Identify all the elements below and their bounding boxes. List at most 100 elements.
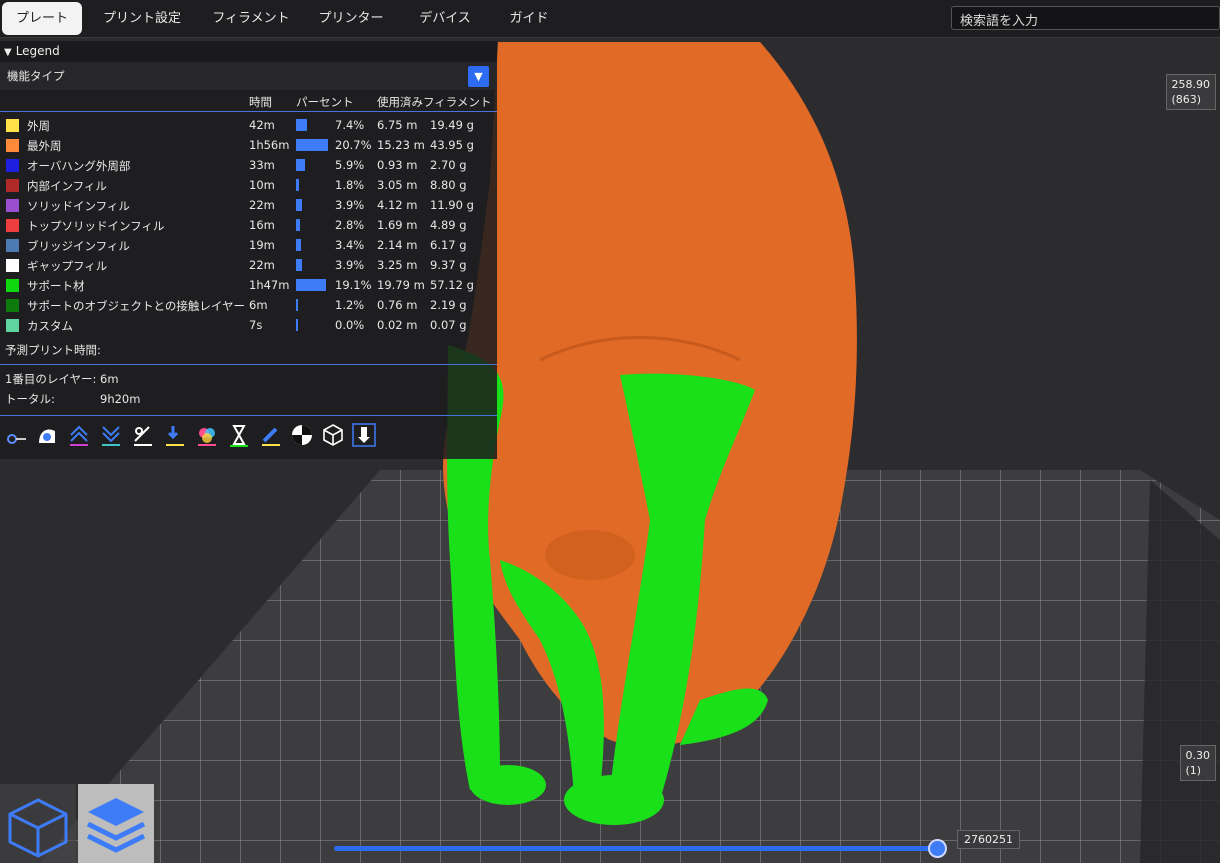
layers-icon [86, 798, 146, 853]
tab-device[interactable]: デバイス [412, 2, 478, 35]
tab-filament[interactable]: フィラメント [206, 2, 296, 35]
legend-header[interactable]: ▼ Legend [0, 41, 497, 62]
percent-bar [296, 139, 328, 151]
color-change-icon[interactable] [195, 423, 219, 447]
feature-length: 2.14 m [377, 238, 418, 252]
top-layer-height: 258.90 [1171, 78, 1211, 91]
search-input[interactable]: 検索語を入力 [951, 6, 1220, 30]
tab-guide[interactable]: ガイド [500, 2, 558, 35]
cube-wire-icon[interactable] [321, 423, 345, 447]
feature-percent: 19.1% [335, 278, 372, 292]
percent-bar [296, 159, 305, 171]
sequential-icon[interactable] [352, 423, 376, 447]
z-hop-icon[interactable] [163, 423, 187, 447]
percent-bar [296, 279, 326, 291]
divider [0, 364, 497, 365]
estimate-heading: 予測プリント時間: [5, 343, 101, 357]
top-tab-bar: プレート プリント設定 フィラメント プリンター デバイス ガイド 検索語を入力 [0, 0, 1220, 38]
color-swatch [6, 139, 19, 152]
feature-time: 22m [249, 198, 275, 212]
percent-bar [296, 119, 307, 131]
legend-rows: 外周 42m 7.4% 6.75 m 19.49 g 最外周 1h56m 20.7% 15.23… [0, 112, 497, 335]
tool-icon[interactable] [259, 423, 283, 447]
feature-weight: 19.49 g [430, 118, 474, 132]
feature-length: 0.76 m [377, 298, 418, 312]
cube-icon [8, 798, 68, 858]
wipe-up-icon[interactable] [67, 423, 91, 447]
bottom-layer-label[interactable]: 0.30 (1) [1179, 745, 1216, 781]
legend-title: Legend [15, 44, 60, 58]
seam-icon[interactable] [4, 423, 28, 447]
tab-plate[interactable]: プレート [2, 2, 82, 35]
legend-row[interactable]: 内部インフィル 10m 1.8% 3.05 m 8.80 g [0, 175, 497, 195]
legend-row[interactable]: ブリッジインフィル 19m 3.4% 2.14 m 6.17 g [0, 235, 497, 255]
feature-percent: 2.8% [335, 218, 365, 232]
collapse-triangle-icon[interactable]: ▼ [4, 42, 12, 63]
legend-panel: ▼ Legend 機能タイプ ▼ 時間 パーセント 使用済みフィラメント 外周 42… [0, 41, 497, 459]
feature-time: 33m [249, 158, 275, 172]
color-swatch [6, 259, 19, 272]
total-row: トータル: 9h20m [0, 389, 497, 409]
feature-type-selector[interactable]: 機能タイプ ▼ [0, 62, 497, 90]
retract-icon[interactable] [35, 423, 59, 447]
first-layer-value: 6m [100, 372, 119, 386]
total-label: トータル: [5, 392, 55, 406]
feature-time: 22m [249, 258, 275, 272]
feature-time: 16m [249, 218, 275, 232]
first-layer-row: 1番目のレイヤー: 6m [0, 369, 497, 389]
feature-length: 1.69 m [377, 218, 418, 232]
legend-toolbar [0, 421, 497, 451]
color-swatch [6, 159, 19, 172]
layers-view-button[interactable] [78, 784, 154, 863]
feature-length: 0.93 m [377, 158, 418, 172]
checker-icon[interactable] [290, 423, 314, 447]
tab-printer[interactable]: プリンター [312, 2, 390, 35]
feature-time: 10m [249, 178, 275, 192]
percent-bar [296, 179, 299, 191]
feature-type-label: 機能タイプ [7, 69, 65, 83]
feature-weight: 43.95 g [430, 138, 474, 152]
legend-row[interactable]: サポートのオブジェクトとの接触レイヤー 6m 1.2% 0.76 m 2.19 g [0, 295, 497, 315]
feature-percent: 20.7% [335, 138, 372, 152]
legend-row[interactable]: 外周 42m 7.4% 6.75 m 19.49 g [0, 115, 497, 135]
feature-percent: 3.9% [335, 198, 365, 212]
legend-row[interactable]: オーバハング外周部 33m 5.9% 0.93 m 2.70 g [0, 155, 497, 175]
feature-weight: 6.17 g [430, 238, 467, 252]
pressure-icon[interactable] [131, 423, 155, 447]
feature-percent: 0.0% [335, 318, 365, 332]
bottom-layer-height: 0.30 [1185, 749, 1211, 762]
legend-row[interactable]: 最外周 1h56m 20.7% 15.23 m 43.95 g [0, 135, 497, 155]
feature-time: 19m [249, 238, 275, 252]
feature-name: ブリッジインフィル [27, 239, 130, 253]
feature-name: 外周 [27, 119, 50, 133]
move-slider-thumb[interactable] [928, 839, 947, 858]
3d-view-button[interactable] [0, 784, 76, 863]
tab-print-settings[interactable]: プリント設定 [96, 2, 188, 35]
feature-time: 42m [249, 118, 275, 132]
move-slider-value: 2760251 [957, 830, 1020, 849]
feature-time: 6m [249, 298, 268, 312]
feature-length: 3.05 m [377, 178, 418, 192]
column-time: 時間 [249, 95, 272, 109]
pause-icon[interactable] [227, 423, 251, 447]
move-slider-track[interactable] [334, 846, 938, 851]
feature-percent: 3.9% [335, 258, 365, 272]
feature-percent: 3.4% [335, 238, 365, 252]
feature-weight: 9.37 g [430, 258, 467, 272]
legend-row[interactable]: ギャップフィル 22m 3.9% 3.25 m 9.37 g [0, 255, 497, 275]
feature-length: 3.25 m [377, 258, 418, 272]
feature-percent: 7.4% [335, 118, 365, 132]
legend-row[interactable]: カスタム 7s 0.0% 0.02 m 0.07 g [0, 315, 497, 335]
feature-length: 6.75 m [377, 118, 418, 132]
legend-row[interactable]: ソリッドインフィル 22m 3.9% 4.12 m 11.90 g [0, 195, 497, 215]
dropdown-arrow-icon[interactable]: ▼ [468, 66, 489, 87]
legend-row[interactable]: トップソリッドインフィル 16m 2.8% 1.69 m 4.89 g [0, 215, 497, 235]
feature-weight: 57.12 g [430, 278, 474, 292]
color-swatch [6, 219, 19, 232]
top-layer-label[interactable]: 258.90 (863) [1165, 74, 1216, 110]
wipe-down-icon[interactable] [99, 423, 123, 447]
color-swatch [6, 279, 19, 292]
feature-length: 15.23 m [377, 138, 425, 152]
feature-time: 1h47m [249, 278, 290, 292]
legend-row[interactable]: サポート材 1h47m 19.1% 19.79 m 57.12 g [0, 275, 497, 295]
